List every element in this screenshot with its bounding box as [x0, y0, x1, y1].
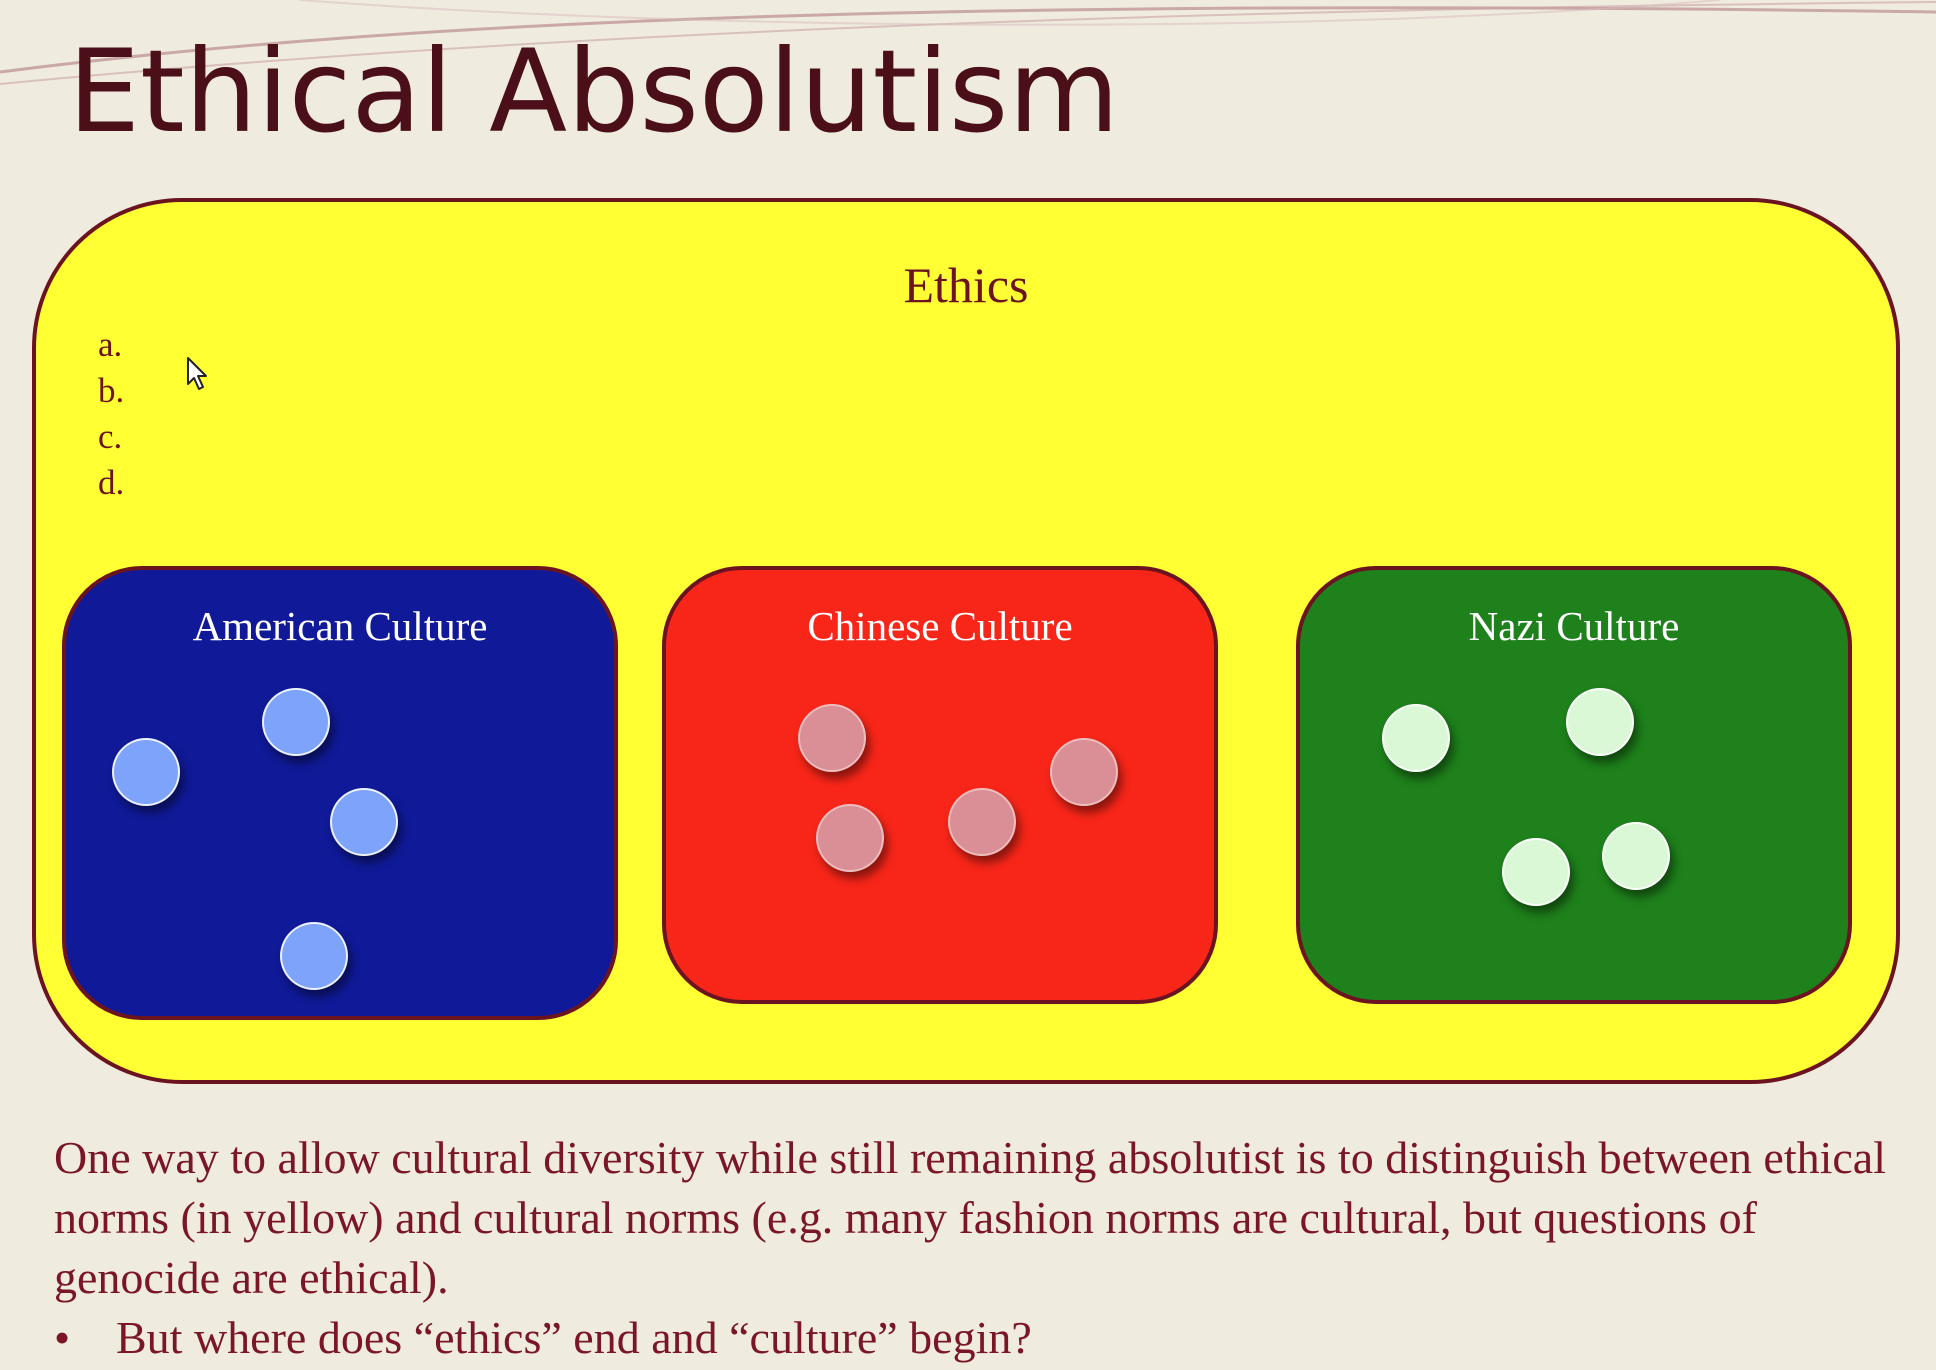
ethics-list: a. b. c. d.: [98, 322, 124, 506]
ethics-list-item: a.: [98, 325, 123, 364]
norm-dot: [1566, 688, 1634, 756]
culture-title: American Culture: [192, 603, 488, 649]
norm-dot: [112, 738, 180, 806]
norm-dot: [1382, 704, 1450, 772]
culture-title: Nazi Culture: [1468, 603, 1680, 649]
norm-dot: [1050, 738, 1118, 806]
nazi-culture-box: Nazi Culture: [1296, 566, 1852, 1004]
chinese-culture-box: Chinese Culture: [662, 566, 1218, 1004]
norm-dot: [798, 704, 866, 772]
ethics-list-item: c.: [98, 417, 123, 456]
norm-dot: [1602, 822, 1670, 890]
norm-dot: [816, 804, 884, 872]
bullet-point: • But where does “ethics” end and “cultur…: [54, 1308, 1032, 1368]
norm-dot: [280, 922, 348, 990]
bullet-text: But where does “ethics” end and “culture…: [116, 1312, 1032, 1363]
american-culture-box: American Culture: [62, 566, 618, 1020]
ethics-list-item: d.: [98, 463, 125, 502]
norm-dot: [948, 788, 1016, 856]
slide-title: Ethical Absolutism: [68, 25, 1120, 158]
ethics-title: Ethics: [903, 257, 1029, 313]
norm-dot: [1502, 838, 1570, 906]
norm-dot: [262, 688, 330, 756]
ethics-list-item: b.: [98, 371, 125, 410]
bullet-icon: •: [54, 1312, 71, 1363]
norm-dot: [330, 788, 398, 856]
slide-caption: One way to allow cultural diversity whil…: [54, 1132, 1887, 1303]
mouse-pointer-icon: [187, 357, 207, 390]
culture-title: Chinese Culture: [807, 603, 1073, 649]
